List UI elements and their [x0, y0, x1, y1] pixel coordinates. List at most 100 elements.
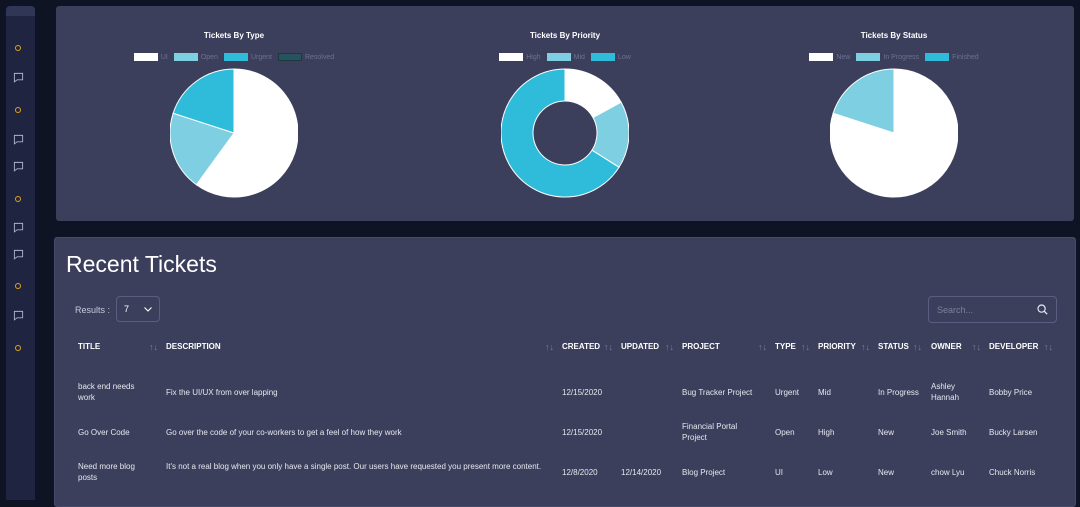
cell-developer: Bucky Larsen	[989, 428, 1038, 437]
legend-swatch	[173, 53, 198, 61]
sort-icon[interactable]: ↑↓	[972, 342, 981, 352]
legend-swatch	[546, 53, 571, 61]
chart-title: Tickets By Status	[860, 31, 928, 40]
chart-legend: New In Progress Finished	[774, 53, 1014, 61]
legend-item[interactable]: Urgent	[223, 53, 272, 61]
cell-developer: Chuck Norris	[989, 468, 1036, 477]
chat-icon[interactable]	[12, 133, 24, 145]
legend-item[interactable]: UI	[133, 53, 168, 61]
cell-description: Fix the UI/UX from over lapping	[166, 388, 278, 397]
status-chart: Tickets By Status New In Progress Finish…	[774, 6, 1014, 221]
cell-priority: Low	[818, 468, 833, 477]
column-header-priority[interactable]: PRIORITY	[818, 342, 856, 351]
column-header-type[interactable]: TYPE	[775, 342, 796, 351]
sort-icon[interactable]: ↑↓	[665, 342, 674, 352]
legend-label: In Progress	[883, 53, 920, 61]
legend-item[interactable]: Open	[173, 53, 218, 61]
chevron-down-icon	[144, 306, 152, 312]
legend-item[interactable]: Low	[590, 53, 631, 61]
column-header-developer[interactable]: DEVELOPER	[989, 342, 1038, 351]
cell-type: Urgent	[775, 388, 800, 397]
cell-description: It's not a real blog when you only have …	[166, 462, 542, 471]
section-title: Recent Tickets	[66, 251, 217, 277]
legend-swatch	[809, 53, 834, 61]
legend-item[interactable]: In Progress	[856, 53, 919, 61]
settings-dot-icon[interactable]	[12, 342, 24, 354]
legend-swatch	[856, 53, 881, 61]
sort-icon[interactable]: ↑↓	[149, 342, 158, 352]
legend-item[interactable]: High	[499, 53, 541, 61]
results-label: Results :	[75, 305, 111, 315]
cell-created: 12/15/2020	[562, 388, 603, 397]
chat-icon[interactable]	[12, 160, 24, 172]
type-pie-chart	[170, 68, 298, 198]
cell-type: UI	[775, 468, 783, 477]
priority-donut-chart	[501, 68, 629, 198]
cell-project: Bug Tracker Project	[682, 388, 753, 397]
column-header-description[interactable]: DESCRIPTION	[166, 342, 221, 351]
sort-icon[interactable]: ↑↓	[758, 342, 767, 352]
sidebar-top-strip	[6, 6, 35, 16]
charts-card: Tickets By Type UI Open Urgent Resolved …	[56, 6, 1074, 221]
search-input[interactable]	[937, 304, 1027, 315]
cell-owner: Joe Smith	[931, 428, 967, 437]
chat-icon[interactable]	[12, 309, 24, 321]
cell-status: In Progress	[878, 388, 919, 397]
sort-icon[interactable]: ↑↓	[913, 342, 922, 352]
legend-swatch	[590, 53, 615, 61]
column-header-owner[interactable]: OWNER	[931, 342, 962, 351]
chart-title: Tickets By Priority	[529, 31, 601, 40]
sort-icon[interactable]: ↑↓	[801, 342, 810, 352]
type-chart: Tickets By Type UI Open Urgent Resolved	[114, 6, 354, 221]
legend-swatch	[499, 53, 524, 61]
sort-icon[interactable]: ↑↓	[1044, 342, 1053, 352]
cell-project: Blog Project	[682, 468, 726, 477]
legend-label: Resolved	[304, 53, 335, 61]
cell-owner: Ashley Hannah	[931, 382, 960, 402]
column-header-created[interactable]: CREATED	[562, 342, 600, 351]
cell-status: New	[878, 428, 895, 437]
legend-item[interactable]: New	[809, 53, 850, 61]
cell-updated: 12/14/2020	[621, 468, 662, 477]
cell-created: 12/15/2020	[562, 428, 603, 437]
cell-priority: High	[818, 428, 835, 437]
results-per-page-select[interactable]: 7	[116, 296, 160, 322]
legend-item[interactable]: Resolved	[277, 53, 335, 61]
legend-label: Open	[200, 53, 218, 61]
column-header-title[interactable]: TITLE	[78, 342, 100, 351]
cell-type: Open	[775, 428, 795, 437]
legend-swatch	[925, 53, 950, 61]
settings-dot-icon[interactable]	[12, 104, 24, 116]
settings-dot-icon[interactable]	[12, 280, 24, 292]
legend-swatch	[133, 53, 158, 61]
settings-dot-icon[interactable]	[12, 193, 24, 205]
sort-icon[interactable]: ↑↓	[604, 342, 613, 352]
chat-icon[interactable]	[12, 221, 24, 233]
results-value: 7	[124, 304, 130, 314]
chart-legend: UI Open Urgent Resolved	[114, 53, 354, 61]
status-pie-chart	[830, 68, 958, 198]
legend-label: UI	[160, 53, 168, 61]
legend-label: Finished	[952, 53, 979, 61]
cell-title: Need more blog posts	[78, 462, 135, 482]
legend-label: High	[526, 53, 541, 61]
chat-icon[interactable]	[12, 71, 24, 83]
sort-icon[interactable]: ↑↓	[861, 342, 870, 352]
legend-swatch	[277, 53, 302, 61]
column-header-project[interactable]: PROJECT	[682, 342, 720, 351]
cell-owner: chow Lyu	[931, 468, 965, 477]
cell-status: New	[878, 468, 895, 477]
recent-tickets-card: Recent Tickets Results : 7 TITLE ↑↓ DESC…	[54, 237, 1076, 507]
cell-project: Financial Portal Project	[682, 422, 738, 442]
cell-priority: Mid	[818, 388, 831, 397]
chart-title: Tickets By Type	[203, 31, 265, 40]
settings-dot-icon[interactable]	[12, 42, 24, 54]
column-header-status[interactable]: STATUS	[878, 342, 909, 351]
legend-item[interactable]: Mid	[546, 53, 585, 61]
cell-title: Go Over Code	[78, 428, 130, 437]
chat-icon[interactable]	[12, 248, 24, 260]
legend-item[interactable]: Finished	[925, 53, 979, 61]
sort-icon[interactable]: ↑↓	[545, 342, 554, 352]
column-header-updated[interactable]: UPDATED	[621, 342, 659, 351]
search-icon[interactable]	[1037, 304, 1048, 315]
